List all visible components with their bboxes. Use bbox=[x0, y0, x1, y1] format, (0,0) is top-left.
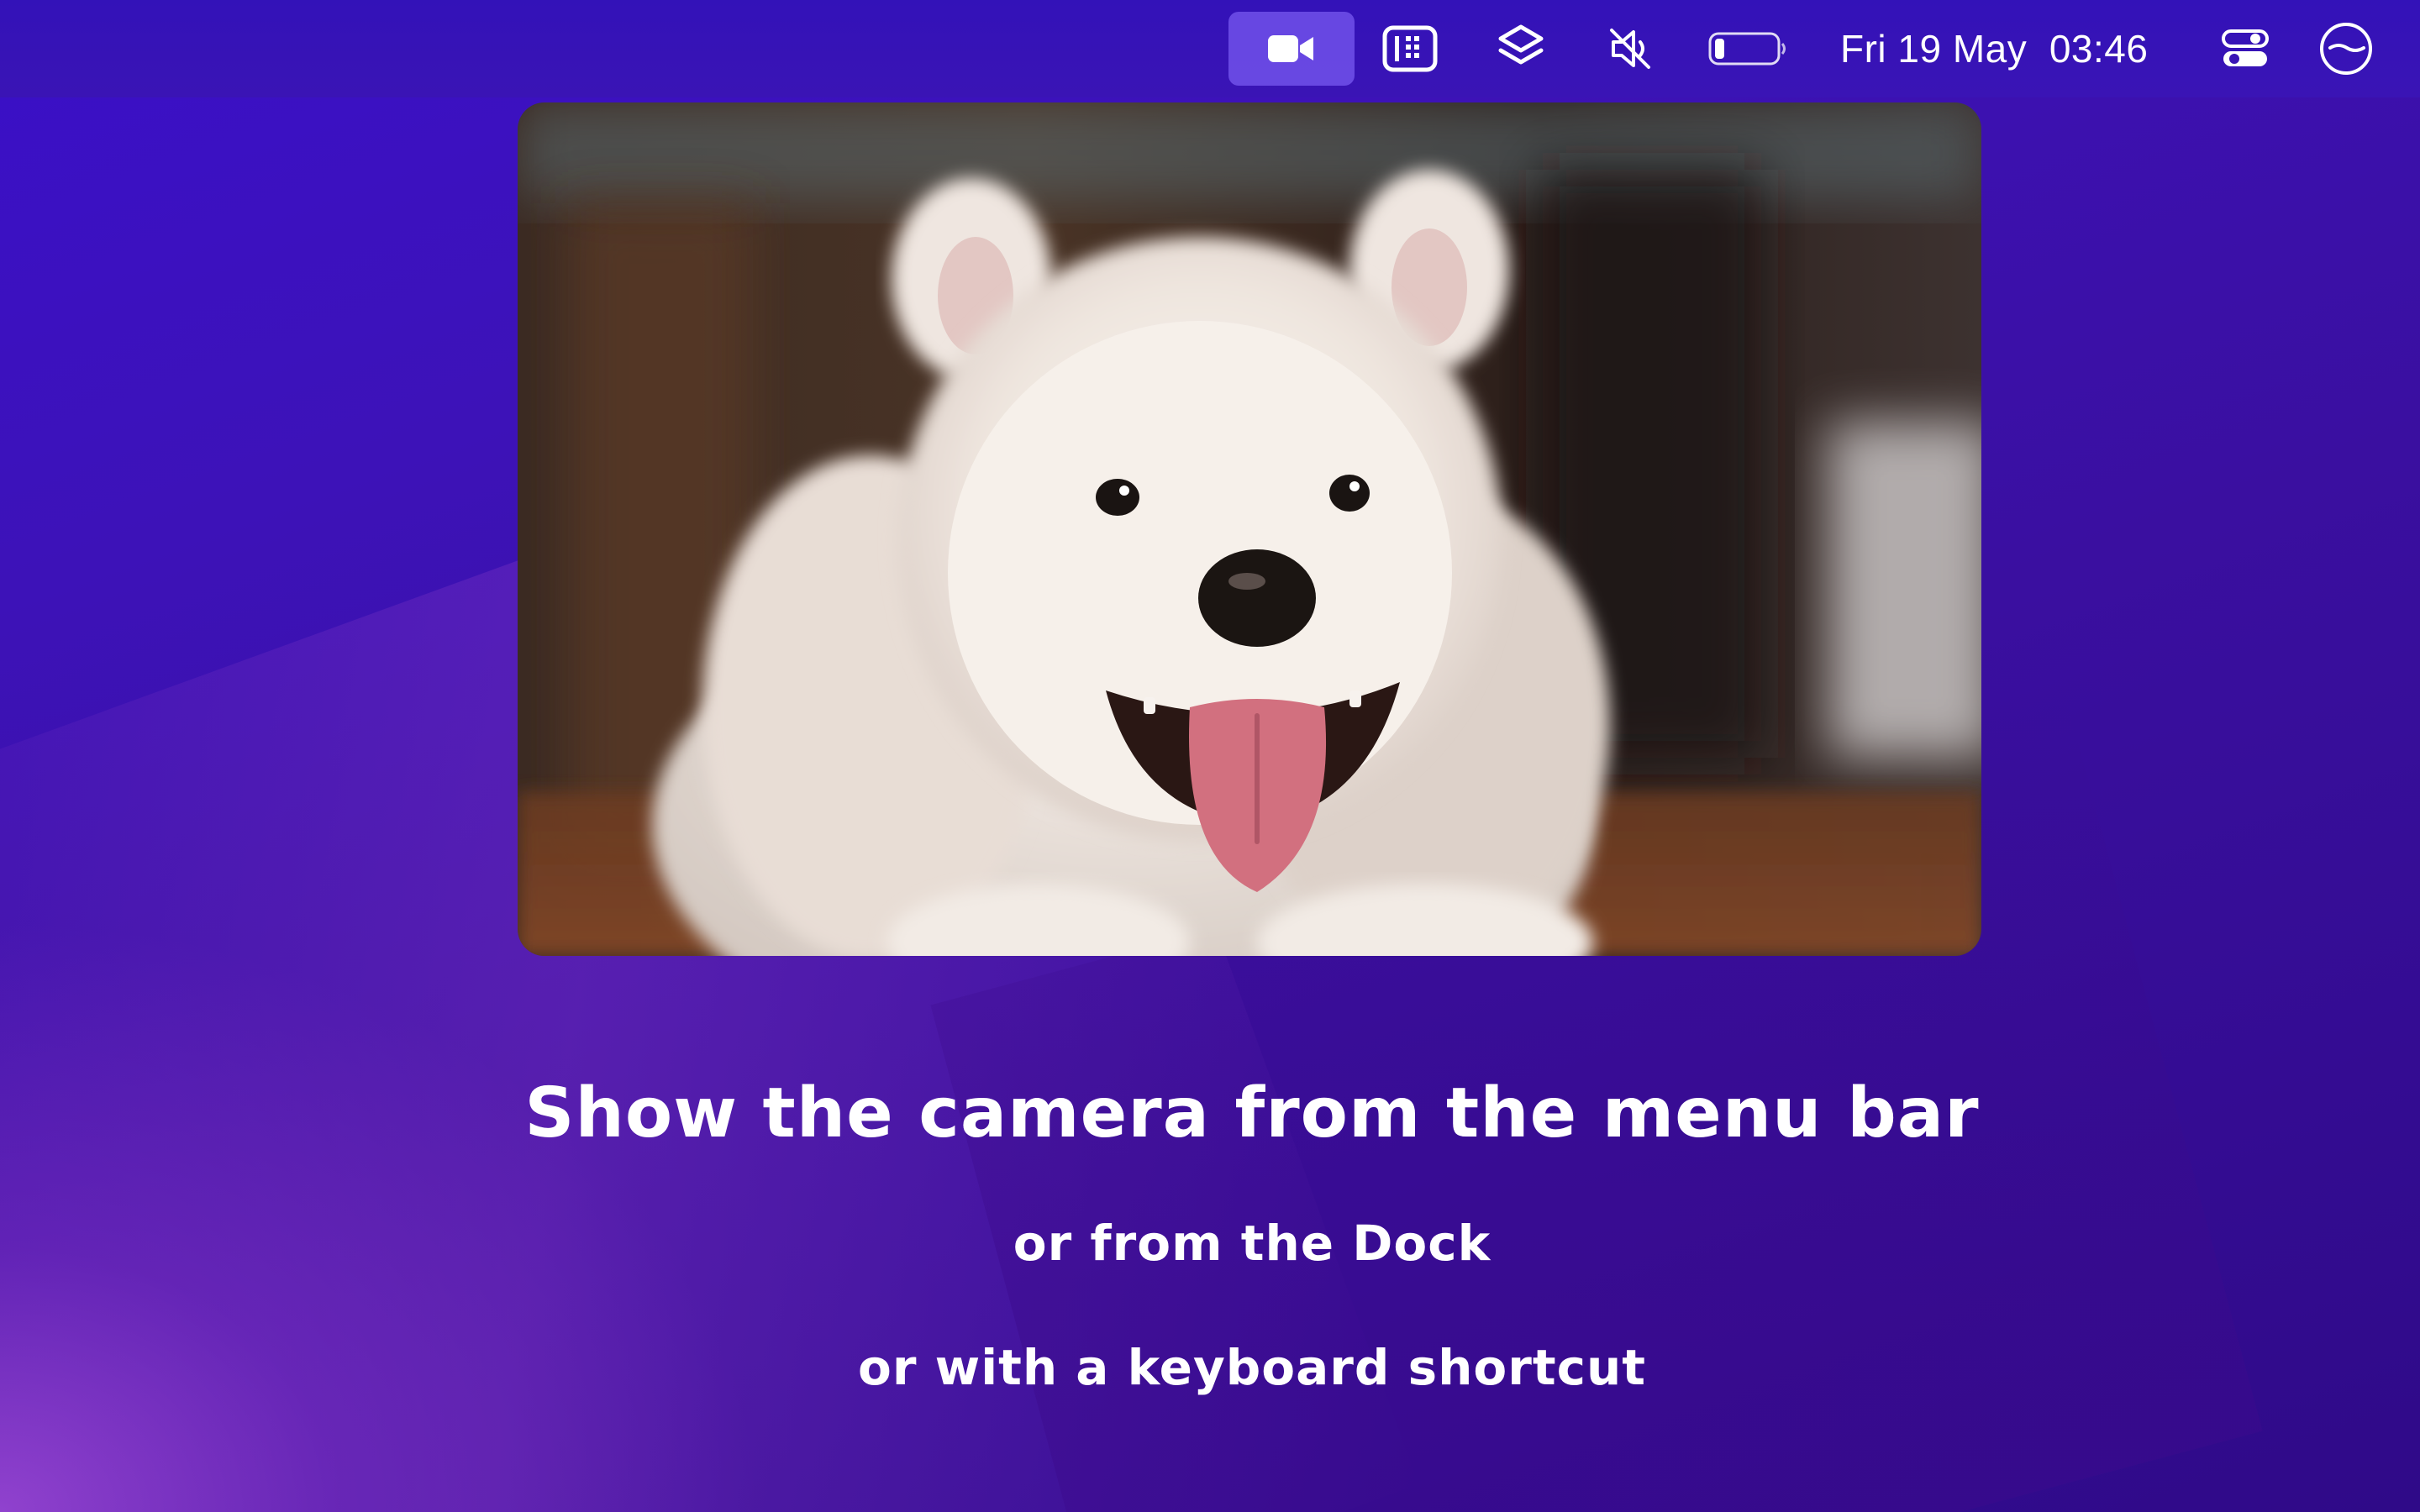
caption-headline: Show the camera from the menu bar bbox=[524, 1074, 1980, 1153]
control-center-icon bbox=[2222, 29, 2269, 66]
control-center-button[interactable] bbox=[2212, 12, 2279, 86]
camera-feed-puppy bbox=[518, 102, 1981, 956]
battery-icon bbox=[1708, 32, 1786, 66]
siri-icon bbox=[2320, 23, 2372, 75]
siri-button[interactable] bbox=[2312, 12, 2380, 86]
camera-preview[interactable] bbox=[518, 102, 1981, 956]
speaker-muted-icon bbox=[1610, 29, 1650, 69]
clock-time: 03:46 bbox=[2049, 27, 2149, 71]
caption-dock: or from the Dock bbox=[1013, 1215, 1491, 1272]
caption-shortcut: or with a keyboard shortcut bbox=[857, 1339, 1646, 1396]
menu-bar-clock[interactable]: Fri 19 May 03:46 bbox=[1840, 12, 2148, 86]
battery-menu-extra[interactable] bbox=[1706, 12, 1790, 86]
layers-menu-extra[interactable] bbox=[1487, 12, 1555, 86]
video-camera-icon bbox=[1268, 35, 1313, 62]
clock-date: Fri 19 May bbox=[1840, 27, 2028, 71]
camera-menu-extra[interactable] bbox=[1228, 12, 1355, 86]
grid-window-icon bbox=[1382, 25, 1438, 72]
layers-icon bbox=[1498, 24, 1544, 65]
sound-menu-extra[interactable] bbox=[1597, 12, 1664, 86]
desktop: Fri 19 May 03:46 Show the camera from th… bbox=[0, 0, 2420, 1512]
menu-bar: Fri 19 May 03:46 bbox=[0, 0, 2420, 97]
window-grid-menu-extra[interactable] bbox=[1376, 12, 1444, 86]
